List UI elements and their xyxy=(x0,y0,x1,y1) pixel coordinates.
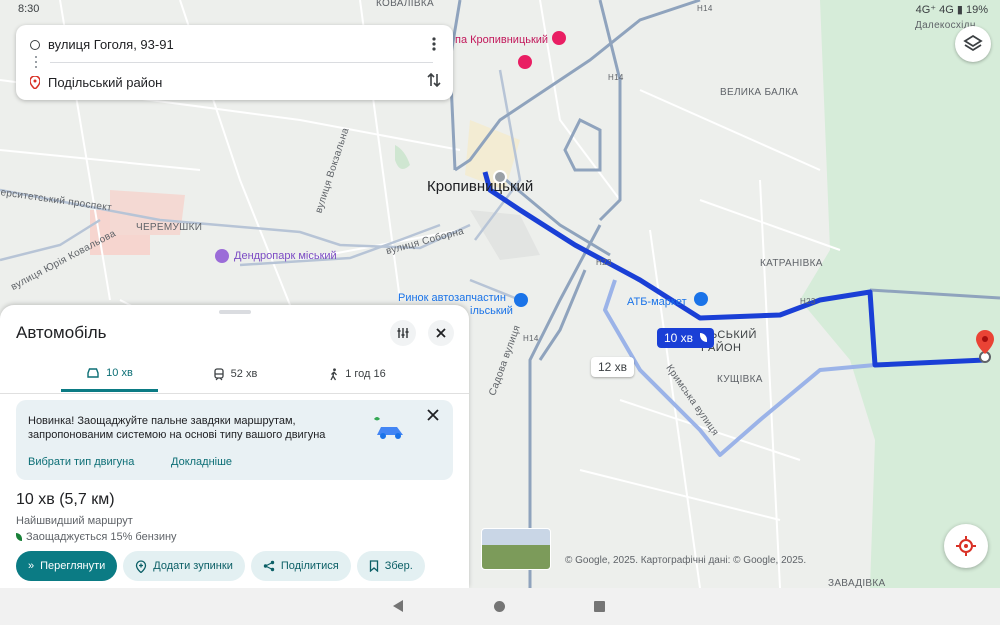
map-poi-rynok[interactable]: Ринок автозапчастин xyxy=(398,292,506,304)
destination-row[interactable]: Подільський район xyxy=(30,75,162,90)
leaf-icon xyxy=(16,533,22,541)
map-poi-dendropark[interactable]: Дендропарк міський xyxy=(234,250,337,262)
origin-row[interactable]: вулиця Гоголя, 93-91 xyxy=(30,37,174,52)
save-button[interactable]: Збер. xyxy=(356,551,425,581)
map-poi-atb[interactable]: АТБ-маркет xyxy=(627,296,687,308)
my-location-button[interactable] xyxy=(944,524,988,568)
add-stops-label: Додати зупинки xyxy=(153,560,233,572)
directions-panel: Автомобіль 10 хв 52 хв 1 год 16 Новинка!… xyxy=(0,305,469,588)
drag-handle[interactable] xyxy=(219,310,251,314)
street-view-thumbnail[interactable] xyxy=(481,528,551,570)
system-nav-bar xyxy=(0,588,1000,625)
tab-car[interactable]: 10 хв xyxy=(61,357,158,392)
route-description: Найшвидший маршрут xyxy=(16,515,133,527)
route-time-bubble-primary[interactable]: 10 хв xyxy=(657,328,715,348)
connector-dots xyxy=(35,56,37,70)
choose-engine-link[interactable]: Вибрати тип двигуна xyxy=(28,456,134,468)
eco-car-illustration-icon xyxy=(374,417,403,439)
fuel-saving-text: Заощаджується 15% бензину xyxy=(26,531,177,543)
promo-text: Новинка! Заощаджуйте пальне завдяки марш… xyxy=(28,415,326,441)
map-district-label: КАТРАНІВКА xyxy=(760,258,823,269)
more-options-button[interactable] xyxy=(425,35,443,53)
promo-close-button[interactable] xyxy=(426,408,440,427)
more-vert-icon xyxy=(432,37,436,51)
preview-button[interactable]: » Переглянути xyxy=(16,551,118,581)
add-stops-button[interactable]: Додати зупинки xyxy=(123,551,245,581)
tab-walk[interactable]: 1 год 16 xyxy=(310,357,405,391)
layers-icon xyxy=(963,34,983,52)
double-chevron-icon: » xyxy=(28,560,35,572)
origin-field[interactable]: вулиця Гоголя, 93-91 xyxy=(48,37,174,52)
route-time-bubble-alt[interactable]: 12 хв xyxy=(591,357,635,377)
tune-icon xyxy=(397,328,409,338)
map-road-shield: H23 xyxy=(596,258,612,267)
swap-vert-icon xyxy=(427,72,441,88)
share-icon xyxy=(263,560,275,572)
map-road-shield: H14 xyxy=(523,334,539,343)
action-buttons: » Переглянути Додати зупинки Поділитися … xyxy=(16,551,425,583)
back-icon[interactable] xyxy=(393,600,403,612)
save-label: Збер. xyxy=(384,560,413,572)
location-crosshair-icon xyxy=(956,536,976,556)
walk-icon xyxy=(330,367,338,380)
leaf-icon xyxy=(700,333,708,342)
origin-circle-icon xyxy=(30,39,40,50)
status-bar: 8:30 4G⁺ 4G ▮ 19% xyxy=(0,0,1000,20)
train-icon xyxy=(214,367,224,380)
tab-transit[interactable]: 52 хв xyxy=(190,357,280,391)
map-road-shield: H23 xyxy=(800,297,816,306)
learn-more-link[interactable]: Докладніше xyxy=(171,456,232,468)
map-district-label: ВЕЛИКА БАЛКА xyxy=(720,87,799,98)
panel-title: Автомобіль xyxy=(16,323,107,342)
divider xyxy=(50,62,433,63)
route-duration: 10 хв (5,7 км) xyxy=(16,491,115,508)
map-copyright: © Google, 2025. Картографічні дані: © Go… xyxy=(565,555,807,566)
tab-label: 52 хв xyxy=(230,368,258,380)
map-district-label: ЬСЬКИЙ xyxy=(710,329,757,341)
preview-label: Переглянути xyxy=(40,560,106,572)
status-time: 8:30 xyxy=(18,3,40,15)
map-poi-hotel[interactable]: па Кропивницький xyxy=(455,34,548,46)
share-button[interactable]: Поділитися xyxy=(250,551,351,581)
close-button[interactable] xyxy=(428,320,454,346)
map-district-label: ЧЕРЕМУШКИ xyxy=(136,222,203,233)
bookmark-icon xyxy=(369,560,378,572)
map-city-label: Кропивницький xyxy=(427,178,534,195)
route-time-label: 10 хв xyxy=(664,331,694,345)
directions-search-card: вулиця Гоголя, 93-91 Подільський район xyxy=(16,25,453,100)
destination-field[interactable]: Подільський район xyxy=(48,75,162,90)
travel-mode-tabs: 10 хв 52 хв 1 год 16 xyxy=(0,357,469,394)
map-district-label: КУЩІВКА xyxy=(717,374,763,385)
fuel-saving-row: Заощаджується 15% бензину xyxy=(16,531,177,543)
close-icon xyxy=(436,328,446,338)
close-icon xyxy=(427,409,439,421)
car-icon xyxy=(87,368,99,378)
home-icon[interactable] xyxy=(494,601,505,612)
destination-pin-icon xyxy=(30,76,40,89)
add-location-icon xyxy=(136,559,147,573)
tab-label: 10 хв xyxy=(106,367,133,379)
status-indicators: 4G⁺ 4G ▮ 19% xyxy=(915,4,988,16)
route-time-label: 12 хв xyxy=(598,360,628,374)
layers-button[interactable] xyxy=(955,26,991,62)
route-options-button[interactable] xyxy=(390,320,416,346)
map-poi-rynok-2: ільський xyxy=(470,305,513,317)
tab-label: 1 год 16 xyxy=(345,368,386,380)
map-road-shield: H14 xyxy=(608,73,624,82)
share-label: Поділитися xyxy=(280,560,339,572)
map-district-label: ЗАВАДІВКА xyxy=(828,578,886,588)
fuel-promo-card: Новинка! Заощаджуйте пальне завдяки марш… xyxy=(16,400,453,480)
swap-button[interactable] xyxy=(425,71,443,89)
recents-icon[interactable] xyxy=(594,601,605,612)
